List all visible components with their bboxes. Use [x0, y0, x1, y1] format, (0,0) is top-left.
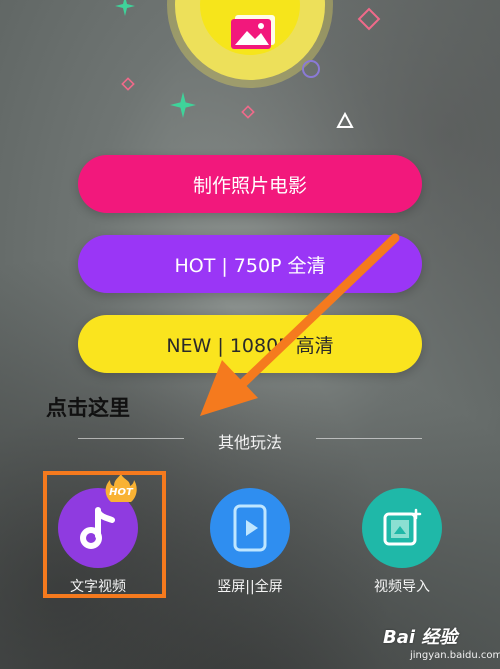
sparkle-star-icon [170, 92, 196, 118]
watermark-url: jingyan.baidu.com [410, 650, 500, 661]
section-title: 其他玩法 [217, 433, 282, 452]
triangle-outline-icon [336, 112, 354, 128]
phone-play-icon [233, 504, 267, 552]
watermark-brand: Bai 经验 [383, 627, 458, 648]
top-badge-inner [200, 0, 300, 55]
feature-portrait-fullscreen-label: 竖屏||全屏 [217, 579, 283, 595]
annotation-text: 点击这里 [46, 396, 130, 420]
feature-portrait-fullscreen[interactable] [210, 488, 290, 568]
sparkle-star-icon [115, 0, 135, 16]
highlight-box [43, 471, 166, 598]
divider-right [316, 438, 422, 439]
diamond-small-icon [121, 77, 135, 91]
circle-outline-icon [302, 60, 320, 78]
new-1080p-button[interactable]: NEW | 1080P 高清 [78, 315, 422, 373]
hot-750p-button[interactable]: HOT | 750P 全清 [78, 235, 422, 293]
diamond-outline-icon [357, 7, 381, 31]
make-photo-movie-button[interactable]: 制作照片电影 [78, 155, 422, 213]
film-import-icon [383, 508, 422, 546]
diamond-small-icon [241, 105, 255, 119]
photo-icon [231, 15, 275, 49]
divider-left [78, 438, 184, 439]
feature-video-import[interactable] [362, 488, 442, 568]
feature-video-import-label: 视频导入 [374, 579, 430, 595]
